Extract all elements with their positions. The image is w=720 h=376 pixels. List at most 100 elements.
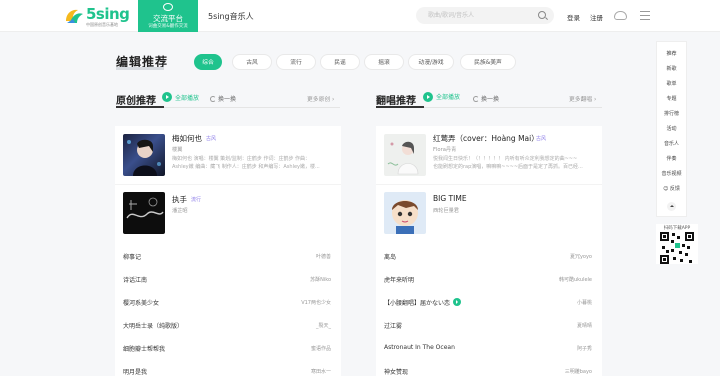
search-icon[interactable] bbox=[538, 11, 546, 19]
cover-refresh-button[interactable]: 换一换 bbox=[473, 94, 499, 103]
nav-item-recommend[interactable]: 推荐 bbox=[657, 50, 686, 57]
song-name[interactable]: Astronaut In The Ocean bbox=[384, 344, 455, 351]
song-cover[interactable] bbox=[384, 192, 426, 234]
featured-song-name[interactable]: 梅如何也 bbox=[172, 133, 202, 144]
song-artist[interactable]: 三明雕bayo bbox=[565, 368, 592, 375]
song-artist[interactable]: 夏晴晴 bbox=[577, 322, 592, 329]
song-row[interactable]: 过江雾 夏晴晴 bbox=[376, 313, 602, 337]
song-name[interactable]: 过江雾 bbox=[384, 321, 402, 330]
song-name[interactable]: 大明岳士录（纯歌版） bbox=[123, 321, 183, 330]
tab-ancient-style[interactable]: 古风 bbox=[232, 54, 272, 70]
song-name[interactable]: 樱河系美少女 bbox=[123, 298, 159, 307]
musician-link[interactable]: 5sing音乐人 bbox=[208, 11, 254, 22]
exchange-subtitle: 词曲交易&翻作交流 bbox=[148, 24, 188, 29]
original-play-all-button[interactable]: 全部播放 bbox=[162, 92, 199, 102]
login-link[interactable]: 登录 bbox=[567, 12, 580, 22]
tab-rock[interactable]: 摇滚 bbox=[364, 54, 404, 70]
nav-item-music-videos[interactable]: 音乐视频 bbox=[657, 170, 686, 177]
mv-play-icon[interactable] bbox=[453, 298, 462, 306]
song-artist[interactable]: 寒田水一 bbox=[311, 368, 331, 375]
back-to-top-icon[interactable] bbox=[667, 202, 676, 211]
song-artist[interactable]: 蜜语作品 bbox=[311, 345, 331, 352]
nav-item-events[interactable]: 活动 bbox=[657, 125, 686, 132]
refresh-icon bbox=[210, 96, 216, 102]
featured-description-2: 也能刷想定的rap演唱，嘛嘛嘛~~~~后面于是定了再抓。百已经... bbox=[433, 164, 583, 170]
refresh-label: 换一换 bbox=[218, 96, 237, 103]
song-name[interactable]: 诗话江南 bbox=[123, 275, 147, 284]
play-all-label: 全部播放 bbox=[436, 94, 461, 101]
song-row[interactable]: Astronaut In The Ocean 阿子秀 bbox=[376, 336, 602, 360]
song-cover[interactable] bbox=[384, 134, 426, 176]
register-link[interactable]: 注册 bbox=[590, 12, 603, 22]
app-download-qr[interactable]: 扫码下载APP bbox=[656, 224, 698, 264]
featured-song-name[interactable]: 执手 bbox=[172, 194, 187, 205]
site-logo[interactable]: 5sing 中国原创音乐基地 bbox=[62, 3, 132, 29]
song-row[interactable]: 诗话江南 苏酥Niko bbox=[115, 267, 341, 291]
nav-item-musicians[interactable]: 音乐人 bbox=[657, 140, 686, 147]
tab-pop[interactable]: 流行 bbox=[276, 54, 316, 70]
logo-subtitle: 中国原创音乐基地 bbox=[86, 22, 118, 27]
cover-art-icon bbox=[387, 141, 419, 175]
tab-ethnic-bel-canto[interactable]: 民族&美声 bbox=[460, 54, 516, 70]
featured-song-name[interactable]: 红莺弄（cover：Hoàng Mai） bbox=[433, 133, 539, 144]
song-artist[interactable]: 小暮桃 bbox=[577, 299, 592, 306]
song-artist[interactable]: 夏冗yoyo bbox=[570, 253, 592, 260]
search-input[interactable] bbox=[416, 7, 554, 24]
song-name[interactable]: 细胞瓣士帮帮我 bbox=[123, 344, 165, 353]
genre-tag[interactable]: 流行 bbox=[191, 196, 201, 203]
featured-description-2: Ashley嫩 编曲：藏飞 制作人：庄鹤步 和声编写：Ashley嫩，楼... bbox=[172, 164, 320, 170]
nav-item-feedback[interactable]: ☺ 反馈 bbox=[657, 185, 686, 192]
song-name[interactable]: 【小腰翻唱】届かない恋 bbox=[384, 298, 462, 307]
song-row[interactable]: 樱河系美少女 V17两也少女 bbox=[115, 290, 341, 314]
featured-singer[interactable]: Flora丹青 bbox=[433, 146, 456, 153]
featured-singer[interactable]: 楼翼 bbox=[172, 146, 182, 153]
original-more-link[interactable]: 更多原创 › bbox=[307, 94, 334, 103]
song-art-icon bbox=[126, 197, 164, 219]
nav-item-playlists[interactable]: 歌单 bbox=[657, 80, 686, 87]
original-featured-card: 梅如何也 古风 楼翼 梅如何也 演唱：楼翼 策划/监制：庄鹤步 作词：庄鹤步 作… bbox=[115, 126, 341, 244]
cover-play-all-label-wrap[interactable]: 全部播放 bbox=[436, 92, 460, 101]
cover-featured-card: 红莺弄（cover：Hoàng Mai） 古风 Flora丹青 悦我闻生日快乐！… bbox=[376, 126, 602, 244]
song-artist[interactable]: 叶德善 bbox=[316, 253, 331, 260]
exchange-platform-button[interactable]: 交流平台 词曲交易&翻作交流 bbox=[138, 0, 198, 32]
song-row[interactable]: 大明岳士录（纯歌版） _裂天_ bbox=[115, 313, 341, 337]
song-name[interactable]: 虎年来听明 bbox=[384, 275, 414, 284]
nav-item-topics[interactable]: 专题 bbox=[657, 95, 686, 102]
song-artist[interactable]: 阿子秀 bbox=[577, 345, 592, 352]
song-artist[interactable]: _裂天_ bbox=[316, 322, 331, 329]
song-name[interactable]: 明月是我 bbox=[123, 367, 147, 376]
tab-comprehensive[interactable]: 综合 bbox=[194, 54, 222, 70]
cover-play-all-button[interactable] bbox=[423, 92, 436, 102]
song-row[interactable]: 神女赞现 三明雕bayo bbox=[376, 359, 602, 376]
song-artist[interactable]: 韩可酷ukulele bbox=[559, 276, 592, 283]
menu-icon[interactable] bbox=[640, 11, 650, 20]
tab-folk[interactable]: 民谣 bbox=[320, 54, 360, 70]
song-cover[interactable] bbox=[123, 134, 165, 176]
song-artist[interactable]: 苏酥Niko bbox=[310, 276, 331, 283]
cloud-upload-icon[interactable] bbox=[614, 11, 627, 20]
song-row[interactable]: 虎年来听明 韩可酷ukulele bbox=[376, 267, 602, 291]
nav-item-charts[interactable]: 排行榜 bbox=[657, 110, 686, 117]
song-row[interactable]: 离岛 夏冗yoyo bbox=[376, 244, 602, 268]
nav-item-accompaniment[interactable]: 伴奏 bbox=[657, 155, 686, 162]
featured-singer[interactable]: 西轮巨量君 bbox=[433, 207, 459, 214]
play-icon bbox=[162, 92, 172, 102]
song-cover[interactable] bbox=[123, 192, 165, 234]
song-row[interactable]: 【小腰翻唱】届かない恋 小暮桃 bbox=[376, 290, 602, 314]
tab-anime-game[interactable]: 动漫/游戏 bbox=[408, 54, 454, 70]
song-row[interactable]: 柳事记 叶德善 bbox=[115, 244, 341, 268]
song-name[interactable]: 离岛 bbox=[384, 252, 396, 261]
genre-tag[interactable]: 古风 bbox=[206, 135, 216, 142]
song-name[interactable]: 神女赞现 bbox=[384, 367, 408, 376]
nav-item-new-songs[interactable]: 新歌 bbox=[657, 65, 686, 72]
song-row[interactable]: 明月是我 寒田水一 bbox=[115, 359, 341, 376]
cover-more-link[interactable]: 更多翻唱 › bbox=[569, 94, 596, 103]
featured-singer[interactable]: 潘芷昭 bbox=[172, 207, 188, 214]
song-name[interactable]: 柳事记 bbox=[123, 252, 141, 261]
song-row[interactable]: 细胞瓣士帮帮我 蜜语作品 bbox=[115, 336, 341, 360]
original-refresh-button[interactable]: 换一换 bbox=[210, 94, 236, 103]
song-artist[interactable]: V17两也少女 bbox=[301, 299, 331, 306]
featured-song-name[interactable]: BIG TIME bbox=[433, 194, 467, 203]
logo-mark-icon bbox=[66, 9, 83, 23]
genre-tag[interactable]: 古风 bbox=[536, 135, 546, 142]
